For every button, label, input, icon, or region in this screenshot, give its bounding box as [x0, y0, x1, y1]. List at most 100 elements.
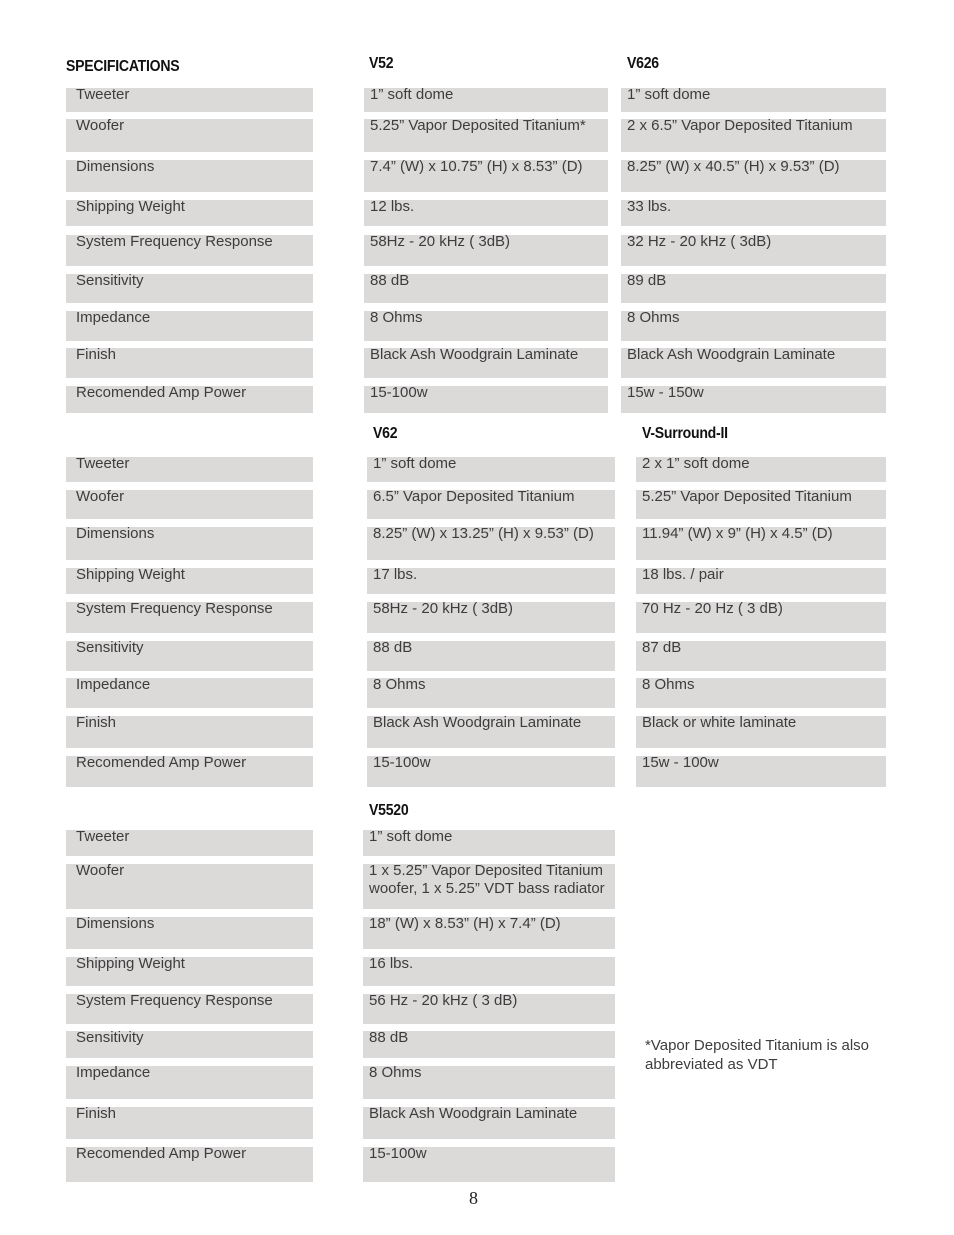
spec-value-cell: 32 Hz - 20 kHz ( 3dB)	[621, 233, 886, 266]
spec-label: Shipping Weight	[76, 198, 185, 215]
spec-value-cell: Black Ash Woodgrain Laminate	[363, 1105, 615, 1139]
spec-value: 88 dB	[369, 1029, 409, 1046]
spec-value-cell: 15-100w	[363, 1145, 615, 1182]
spec-value: 70 Hz - 20 Hz ( 3 dB)	[642, 600, 783, 617]
spec-value-cell: 11.94” (W) x 9” (H) x 4.5” (D)	[636, 525, 886, 560]
spec-value-cell: 6.5” Vapor Deposited Titanium	[367, 488, 615, 519]
spec-value: 56 Hz - 20 kHz ( 3 dB)	[369, 992, 518, 1009]
spec-value-cell: 15w - 150w	[621, 384, 886, 413]
spec-value-cell: 1” soft dome	[364, 86, 608, 112]
spec-label: Woofer	[76, 117, 125, 134]
spec-label-cell: Woofer	[66, 488, 313, 519]
spec-label: Tweeter	[76, 86, 130, 103]
spec-label: Impedance	[76, 1064, 151, 1081]
spec-label: Woofer	[76, 862, 125, 879]
spec-value-cell: 58Hz - 20 kHz ( 3dB)	[367, 600, 615, 633]
spec-label-cell: Woofer	[66, 862, 313, 909]
model-heading: V5520	[369, 802, 409, 819]
spec-label: Dimensions	[76, 158, 155, 175]
spec-value: 8 Ohms	[627, 309, 680, 326]
spec-label: Tweeter	[76, 455, 130, 472]
spec-value: Black or white laminate	[642, 714, 797, 731]
spec-label: Sensitivity	[76, 272, 144, 289]
spec-value: 5.25” Vapor Deposited Titanium*	[370, 117, 586, 134]
spec-value: 17 lbs.	[373, 566, 418, 583]
spec-value: 8 Ohms	[370, 309, 423, 326]
spec-label-cell: Finish	[66, 346, 313, 378]
spec-value: 2 x 1” soft dome	[642, 455, 750, 472]
spec-value-cell: 7.4” (W) x 10.75” (H) x 8.53” (D)	[364, 158, 608, 192]
spec-value-cell: 56 Hz - 20 kHz ( 3 dB)	[363, 992, 615, 1024]
spec-label-cell: System Frequency Response	[66, 992, 313, 1024]
spec-value-cell: Black or white laminate	[636, 714, 886, 748]
spec-label: Tweeter	[76, 828, 130, 845]
spec-value: 1” soft dome	[370, 86, 454, 103]
spec-value: 18” (W) x 8.53” (H) x 7.4” (D)	[369, 915, 561, 932]
spec-value-cell: 8.25” (W) x 40.5” (H) x 9.53” (D)	[621, 158, 886, 192]
model-heading: V62	[373, 425, 398, 442]
page-number: 8	[469, 1188, 478, 1208]
spec-value-cell: Black Ash Woodgrain Laminate	[367, 714, 615, 748]
spec-label: Finish	[76, 714, 117, 731]
spec-label: Shipping Weight	[76, 955, 185, 972]
spec-label: Impedance	[76, 309, 151, 326]
model-heading: V52	[369, 55, 394, 72]
spec-label-cell: Tweeter	[66, 455, 313, 482]
spec-label-cell: Dimensions	[66, 915, 313, 949]
spec-value-cell: 5.25” Vapor Deposited Titanium*	[364, 117, 608, 152]
spec-label-cell: Sensitivity	[66, 272, 313, 303]
spec-label-cell: Recomended Amp Power	[66, 754, 313, 787]
spec-label: Finish	[76, 1105, 117, 1122]
spec-value-cell: 8 Ohms	[364, 309, 608, 341]
spec-value: 7.4” (W) x 10.75” (H) x 8.53” (D)	[370, 158, 583, 175]
spec-value-cell: 17 lbs.	[367, 566, 615, 594]
spec-label: Dimensions	[76, 915, 155, 932]
model-heading: V626	[627, 55, 659, 72]
spec-value-cell: 88 dB	[363, 1029, 615, 1058]
spec-label: Dimensions	[76, 525, 155, 542]
spec-value-cell: 70 Hz - 20 Hz ( 3 dB)	[636, 600, 886, 633]
spec-value-cell: 88 dB	[364, 272, 608, 303]
spec-value: 15w - 100w	[642, 754, 719, 771]
spec-label-cell: Sensitivity	[66, 1029, 313, 1058]
spec-value: 6.5” Vapor Deposited Titanium	[373, 488, 575, 505]
spec-label-cell: Finish	[66, 1105, 313, 1139]
spec-value: 15-100w	[373, 754, 431, 771]
spec-value-cell: Black Ash Woodgrain Laminate	[364, 346, 608, 378]
spec-value: 8 Ohms	[642, 676, 695, 693]
spec-value: 11.94” (W) x 9” (H) x 4.5” (D)	[642, 525, 833, 542]
spec-value-cell: 18 lbs. / pair	[636, 566, 886, 594]
spec-value-cell: 18” (W) x 8.53” (H) x 7.4” (D)	[363, 915, 615, 949]
spec-value: 1” soft dome	[369, 828, 453, 845]
spec-value: 1” soft dome	[373, 455, 457, 472]
footnote: *Vapor Deposited Titanium is also abbrev…	[645, 1037, 870, 1073]
spec-label-cell: Tweeter	[66, 86, 313, 112]
spec-value-cell: 1 x 5.25” Vapor Deposited Titanium woofe…	[363, 862, 615, 909]
spec-label: System Frequency Response	[76, 600, 273, 617]
spec-label-cell: System Frequency Response	[66, 233, 313, 266]
spec-label-cell: Recomended Amp Power	[66, 1145, 313, 1182]
spec-label-cell: Impedance	[66, 1064, 313, 1099]
spec-value: 1 x 5.25” Vapor Deposited Titanium woofe…	[369, 862, 605, 897]
spec-value: 15-100w	[370, 384, 428, 401]
spec-value: Black Ash Woodgrain Laminate	[373, 714, 582, 731]
spec-label: Sensitivity	[76, 1029, 144, 1046]
spec-label: Woofer	[76, 488, 125, 505]
spec-label-cell: Tweeter	[66, 828, 313, 856]
spec-value: 8 Ohms	[369, 1064, 422, 1081]
spec-value-cell: 1” soft dome	[621, 86, 886, 112]
spec-label-cell: Shipping Weight	[66, 955, 313, 986]
spec-value: Black Ash Woodgrain Laminate	[369, 1105, 578, 1122]
spec-value-cell: Black Ash Woodgrain Laminate	[621, 346, 886, 378]
spec-value-cell: 2 x 6.5” Vapor Deposited Titanium	[621, 117, 886, 152]
spec-value-cell: 8 Ohms	[363, 1064, 615, 1099]
spec-value: 89 dB	[627, 272, 667, 289]
spec-value: 12 lbs.	[370, 198, 415, 215]
spec-value-cell: 15w - 100w	[636, 754, 886, 787]
spec-label: System Frequency Response	[76, 233, 273, 250]
spec-value-cell: 2 x 1” soft dome	[636, 455, 886, 482]
spec-label-cell: Shipping Weight	[66, 198, 313, 226]
spec-value: 5.25” Vapor Deposited Titanium	[642, 488, 852, 505]
spec-value: 88 dB	[370, 272, 410, 289]
spec-value: 18 lbs. / pair	[642, 566, 724, 583]
